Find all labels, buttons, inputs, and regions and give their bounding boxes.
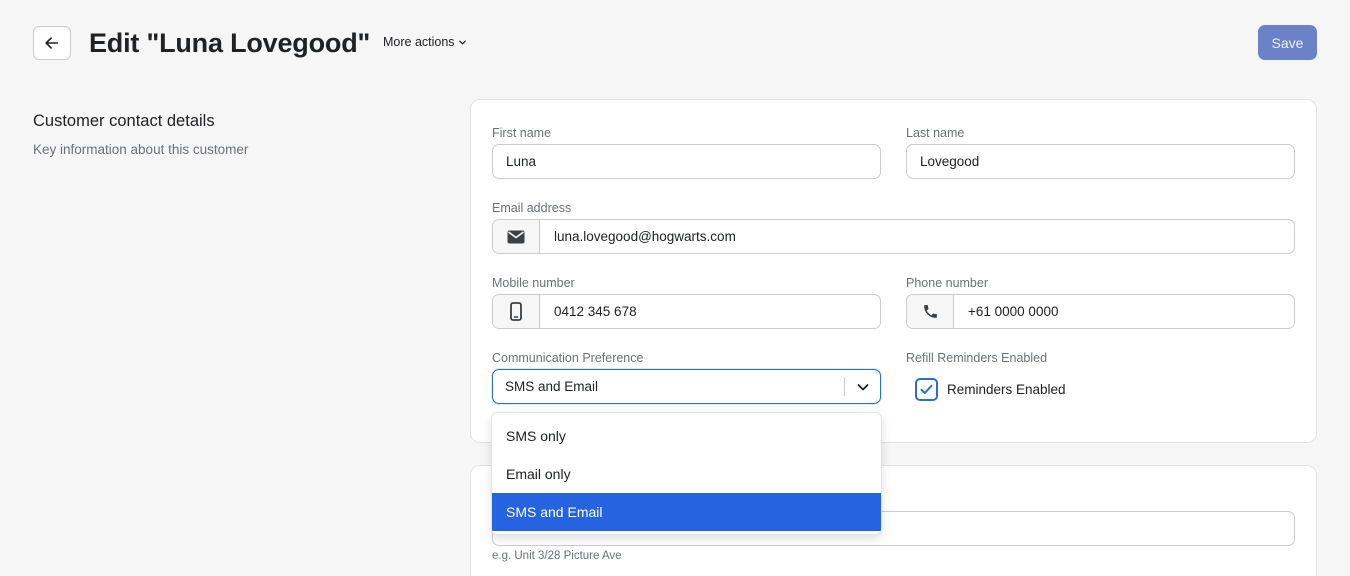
first-name-label: First name <box>492 126 552 140</box>
email-label: Email address <box>492 201 572 215</box>
page-title: Edit "Luna Lovegood" <box>89 28 371 58</box>
phone-icon <box>923 305 937 318</box>
last-name-input[interactable]: Lovegood <box>906 144 1295 179</box>
more-actions-label: More actions <box>383 35 455 49</box>
option-sms-and-email[interactable]: SMS and Email <box>492 493 881 531</box>
more-actions-button[interactable]: More actions <box>383 33 467 51</box>
phone-addon <box>907 295 954 328</box>
option-email-only[interactable]: Email only <box>492 455 881 493</box>
section-description: Key information about this customer <box>33 142 249 157</box>
chevron-down-icon <box>857 383 868 390</box>
phone-field[interactable]: +61 0000 0000 <box>906 294 1295 329</box>
option-sms-only[interactable]: SMS only <box>492 417 881 455</box>
back-button[interactable] <box>33 26 71 60</box>
communication-preference-dropdown: SMS only Email only SMS and Email <box>491 412 882 535</box>
refill-reminders-label: Refill Reminders Enabled <box>906 351 1048 365</box>
phone-label: Phone number <box>906 276 989 290</box>
save-button[interactable]: Save <box>1258 25 1317 60</box>
first-name-value: Luna <box>506 154 537 169</box>
phone-value: +61 0000 0000 <box>968 304 1059 319</box>
email-addon <box>493 220 540 253</box>
section-title: Customer contact details <box>33 112 215 130</box>
edit-customer-page: Edit "Luna Lovegood" More actions Save C… <box>0 0 1350 576</box>
mobile-addon <box>493 295 540 328</box>
select-toggle[interactable] <box>845 380 880 394</box>
reminders-enabled-checkbox[interactable]: Reminders Enabled <box>915 378 1066 401</box>
email-value: luna.lovegood@hogwarts.com <box>554 229 736 244</box>
mobile-value: 0412 345 678 <box>554 304 637 319</box>
checkbox-box[interactable] <box>915 378 938 401</box>
last-name-label: Last name <box>906 126 965 140</box>
communication-preference-label: Communication Preference <box>492 351 644 365</box>
last-name-value: Lovegood <box>920 154 980 169</box>
mobile-phone-icon <box>510 302 522 321</box>
reminders-enabled-label: Reminders Enabled <box>947 382 1066 397</box>
checkmark-icon <box>920 384 933 394</box>
first-name-input[interactable]: Luna <box>492 144 881 179</box>
arrow-left-icon <box>45 37 59 49</box>
chevron-down-icon <box>458 40 466 44</box>
mobile-field[interactable]: 0412 345 678 <box>492 294 881 329</box>
communication-preference-select[interactable]: SMS and Email <box>492 369 881 404</box>
address-help-text: e.g. Unit 3/28 Picture Ave <box>492 550 622 562</box>
communication-preference-value: SMS and Email <box>505 379 599 394</box>
email-field[interactable]: luna.lovegood@hogwarts.com <box>492 219 1295 254</box>
envelope-icon <box>507 230 525 243</box>
mobile-label: Mobile number <box>492 276 575 290</box>
